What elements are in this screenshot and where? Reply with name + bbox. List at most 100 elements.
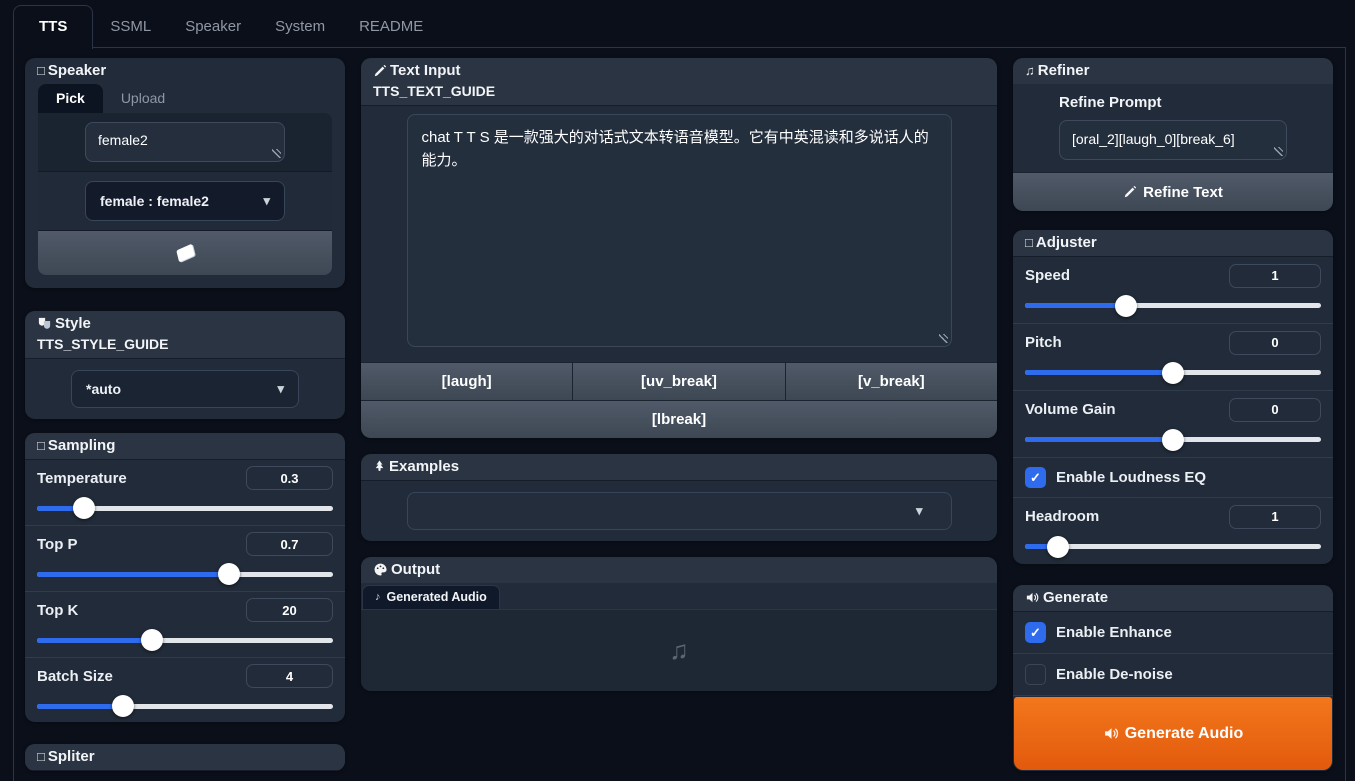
text-input-header: Text Input (361, 58, 997, 84)
tab-ssml[interactable]: SSML (93, 6, 168, 48)
palette-icon (373, 562, 388, 577)
refiner-panel-header: ♫ Refiner (1013, 58, 1333, 84)
refine-prompt-label: Refine Prompt (1059, 94, 1287, 111)
pitch-value-box[interactable]: 0 (1229, 331, 1321, 355)
top-p-label: Top P (37, 536, 78, 553)
tree-icon (373, 459, 386, 474)
uv-break-token-button[interactable]: [uv_break] (573, 363, 784, 400)
speaker-name-input[interactable]: female2 (85, 122, 285, 162)
refiner-panel: ♫ Refiner Refine Prompt [oral_2][laugh_0… (1013, 58, 1333, 211)
tab-tts[interactable]: TTS (13, 5, 93, 49)
enable-enhance-checkbox[interactable]: Enable Enhance (1013, 612, 1333, 654)
tab-speaker[interactable]: Speaker (168, 6, 258, 48)
headroom-slider[interactable] (1025, 536, 1321, 558)
top-tab-bar: TTS SSML Speaker System README (13, 0, 1346, 48)
slider-handle[interactable] (1115, 295, 1137, 317)
examples-select[interactable]: ▾ (407, 492, 952, 530)
batch-size-value-box[interactable]: 4 (246, 664, 333, 688)
refiner-panel-title: Refiner (1038, 62, 1090, 79)
speed-value-box[interactable]: 1 (1229, 264, 1321, 288)
resize-handle-icon[interactable] (272, 149, 281, 158)
output-panel: Output ♪ Generated Audio ♫ (361, 557, 997, 691)
lbreak-row: [lbreak] (361, 400, 997, 438)
headroom-value-box[interactable]: 1 (1229, 505, 1321, 529)
random-speaker-button[interactable] (38, 230, 332, 275)
volume-gain-slider[interactable] (1025, 429, 1321, 451)
enable-denoise-checkbox[interactable]: Enable De-noise (1013, 654, 1333, 696)
slider-handle[interactable] (218, 563, 240, 585)
slider-handle[interactable] (112, 695, 134, 717)
output-panel-header: Output (361, 557, 997, 583)
top-k-slider[interactable] (37, 629, 333, 651)
slider-handle[interactable] (1162, 362, 1184, 384)
enable-loudness-eq-checkbox[interactable]: Enable Loudness EQ (1013, 458, 1333, 498)
spliter-panel: □ Spliter (25, 744, 345, 771)
slider-handle[interactable] (1047, 536, 1069, 558)
speaker-audio-icon (1103, 725, 1120, 742)
adjuster-panel: □ Adjuster Speed 1 Pitch 0 (1013, 230, 1333, 564)
slider-handle[interactable] (1162, 429, 1184, 451)
speed-slider[interactable] (1025, 295, 1321, 317)
resize-handle-icon[interactable] (939, 334, 948, 343)
v-break-token-button[interactable]: [v_break] (786, 363, 997, 400)
chevron-down-icon: ▾ (263, 193, 270, 209)
top-p-slider[interactable] (37, 563, 333, 585)
sampling-panel-title: Sampling (48, 437, 116, 454)
style-select[interactable]: *auto ▾ (71, 370, 299, 408)
batch-size-slider[interactable] (37, 695, 333, 717)
pen-icon (1123, 185, 1137, 199)
laugh-token-button[interactable]: [laugh] (361, 363, 572, 400)
top-k-value-box[interactable]: 20 (246, 598, 333, 622)
speaker-panel: □ Speaker Pick Upload female2 female : f… (25, 58, 345, 288)
temperature-value-box[interactable]: 0.3 (246, 466, 333, 490)
generated-audio-tab[interactable]: ♪ Generated Audio (362, 585, 500, 609)
slider-handle[interactable] (73, 497, 95, 519)
speaker-tab-pick[interactable]: Pick (38, 84, 103, 113)
refine-prompt-input[interactable]: [oral_2][laugh_0][break_6] (1059, 120, 1287, 160)
text-input-title: Text Input (390, 62, 461, 79)
tab-system[interactable]: System (258, 6, 342, 48)
checkbox-icon[interactable] (1025, 467, 1046, 488)
music-notes-icon: ♫ (1025, 64, 1035, 77)
generate-audio-button[interactable]: Generate Audio (1014, 697, 1332, 770)
style-panel-title: Style (55, 315, 91, 332)
resize-handle-icon[interactable] (1274, 147, 1283, 156)
speaker-audio-icon (1025, 590, 1040, 605)
speaker-panel-title: Speaker (48, 62, 106, 79)
speaker-select-block: female : female2 ▾ (38, 172, 332, 230)
tab-readme[interactable]: README (342, 6, 440, 48)
pitch-slider[interactable] (1025, 362, 1321, 384)
adjuster-panel-icon: □ (1025, 236, 1033, 249)
batch-size-row: Batch Size 4 (25, 658, 345, 722)
speaker-tabs: Pick Upload (25, 84, 345, 113)
checkbox-icon[interactable] (1025, 622, 1046, 643)
speed-label: Speed (1025, 267, 1070, 284)
enable-loudness-eq-label: Enable Loudness EQ (1056, 469, 1206, 486)
speaker-panel-icon: □ (37, 64, 45, 77)
speaker-voice-select[interactable]: female : female2 ▾ (85, 181, 285, 221)
refine-text-button[interactable]: Refine Text (1013, 172, 1333, 211)
top-p-row: Top P 0.7 (25, 526, 345, 592)
volume-gain-row: Volume Gain 0 (1013, 391, 1333, 458)
examples-panel: Examples ▾ (361, 454, 997, 541)
speaker-tab-upload[interactable]: Upload (103, 84, 183, 113)
lbreak-token-button[interactable]: [lbreak] (361, 401, 997, 438)
tts-text-input[interactable]: chat T T S 是一款强大的对话式文本转语音模型。它有中英混读和多说话人的… (407, 114, 952, 347)
audio-placeholder-area: ♫ (361, 610, 997, 691)
speed-row: Speed 1 (1013, 257, 1333, 324)
music-note-placeholder-icon: ♫ (669, 635, 689, 666)
generate-audio-label: Generate Audio (1125, 725, 1244, 743)
top-p-value-box[interactable]: 0.7 (246, 532, 333, 556)
masks-icon (37, 316, 52, 331)
sampling-panel: □ Sampling Temperature 0.3 Top P 0.7 (25, 433, 345, 722)
top-k-row: Top K 20 (25, 592, 345, 658)
batch-size-label: Batch Size (37, 668, 113, 685)
temperature-slider[interactable] (37, 497, 333, 519)
checkbox-icon[interactable] (1025, 664, 1046, 685)
volume-gain-value-box[interactable]: 0 (1229, 398, 1321, 422)
refine-prompt-value: [oral_2][laugh_0][break_6] (1072, 131, 1235, 147)
style-select-value: *auto (86, 381, 121, 397)
adjuster-panel-title: Adjuster (1036, 234, 1097, 251)
writing-hand-icon (373, 64, 387, 78)
slider-handle[interactable] (141, 629, 163, 651)
